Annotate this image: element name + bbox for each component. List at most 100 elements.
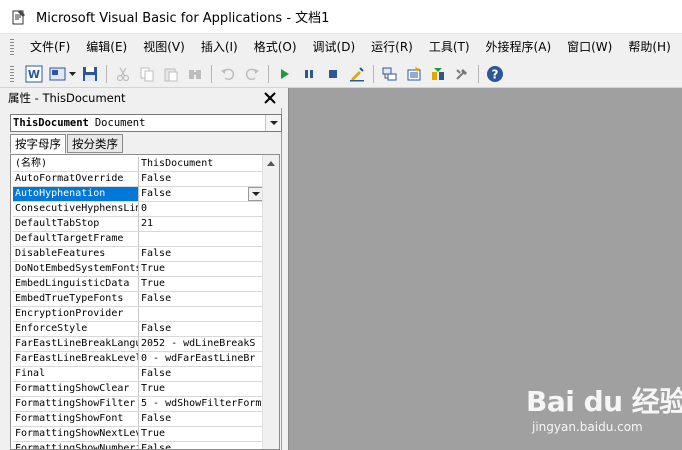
- table-row[interactable]: EmbedLinguisticData True: [13, 277, 263, 292]
- window-title: Microsoft Visual Basic for Applications …: [36, 11, 330, 26]
- menu-debug[interactable]: 调试(D): [305, 36, 364, 58]
- word-icon[interactable]: W: [24, 64, 44, 84]
- property-value[interactable]: False: [139, 322, 263, 336]
- vba-app-icon[interactable]: [10, 8, 28, 26]
- property-value[interactable]: True: [139, 262, 263, 276]
- property-value[interactable]: 0: [139, 202, 263, 216]
- property-value[interactable]: ThisDocument: [139, 157, 263, 171]
- save-icon[interactable]: [80, 64, 100, 84]
- menu-run[interactable]: 运行(R): [363, 36, 421, 58]
- cut-icon[interactable]: [113, 64, 133, 84]
- property-name: (名称): [13, 157, 139, 171]
- property-value[interactable]: False: [139, 412, 263, 426]
- object-select[interactable]: ThisDocument Document: [10, 114, 282, 132]
- property-name: EnforceStyle: [13, 322, 139, 336]
- menu-edit[interactable]: 编辑(E): [78, 36, 135, 58]
- table-row-selected[interactable]: AutoHyphenation False: [13, 187, 263, 202]
- toolbox-icon[interactable]: [452, 64, 472, 84]
- property-value[interactable]: True: [139, 427, 263, 441]
- table-row[interactable]: Final False: [13, 367, 263, 382]
- menu-tools[interactable]: 工具(T): [421, 36, 478, 58]
- menu-addins[interactable]: 外接程序(A): [478, 36, 560, 58]
- property-value[interactable]: True: [139, 277, 263, 291]
- table-row[interactable]: (名称) ThisDocument: [13, 157, 263, 172]
- menu-view[interactable]: 视图(V): [135, 36, 193, 58]
- menu-format[interactable]: 格式(O): [246, 36, 305, 58]
- menu-insert[interactable]: 插入(I): [193, 36, 246, 58]
- table-row[interactable]: FormattingShowFilter 5 - wdShowFilterForm: [13, 397, 263, 412]
- tab-alphabetic[interactable]: 按字母序: [10, 134, 66, 154]
- table-row[interactable]: DefaultTabStop 21: [13, 217, 263, 232]
- paste-icon[interactable]: [161, 64, 181, 84]
- chevron-down-icon[interactable]: [265, 115, 281, 131]
- table-row[interactable]: FarEastLineBreakLevel 0 - wdFarEastLineBr: [13, 352, 263, 367]
- property-value[interactable]: [139, 307, 263, 321]
- property-value[interactable]: True: [139, 382, 263, 396]
- menu-window[interactable]: 窗口(W): [559, 36, 620, 58]
- property-value[interactable]: False: [139, 442, 263, 449]
- property-value[interactable]: 2052 - wdLineBreakS: [139, 337, 263, 351]
- find-icon[interactable]: [185, 64, 205, 84]
- code-window-area[interactable]: [288, 88, 682, 450]
- table-row[interactable]: DisableFeatures False: [13, 247, 263, 262]
- chevron-down-icon[interactable]: [68, 64, 76, 84]
- property-value[interactable]: False: [139, 292, 263, 306]
- toolbar-separator: [211, 65, 212, 83]
- reset-icon[interactable]: [323, 64, 343, 84]
- menu-grip[interactable]: [10, 39, 14, 55]
- table-row[interactable]: FormattingShowFont False: [13, 412, 263, 427]
- property-value-cell[interactable]: False: [139, 187, 263, 201]
- table-row[interactable]: DoNotEmbedSystemFonts True: [13, 262, 263, 277]
- redo-icon[interactable]: [242, 64, 262, 84]
- toolbar-separator: [268, 65, 269, 83]
- table-row[interactable]: EnforceStyle False: [13, 322, 263, 337]
- property-name: EmbedTrueTypeFonts: [13, 292, 139, 306]
- properties-tabs: 按字母序 按分类序: [10, 134, 124, 154]
- project-explorer-icon[interactable]: [380, 64, 400, 84]
- title-bar: Microsoft Visual Basic for Applications …: [0, 0, 682, 34]
- design-mode-icon[interactable]: [347, 64, 367, 84]
- vertical-scrollbar[interactable]: [262, 155, 279, 449]
- property-value[interactable]: 0 - wdFarEastLineBr: [139, 352, 263, 366]
- table-row[interactable]: EmbedTrueTypeFonts False: [13, 292, 263, 307]
- property-name: ConsecutiveHyphensLim: [15, 202, 139, 216]
- toolbar-grip[interactable]: [10, 66, 14, 82]
- break-icon[interactable]: [299, 64, 319, 84]
- property-name: FarEastLineBreakLevel: [15, 352, 139, 366]
- table-row[interactable]: DefaultTargetFrame: [13, 232, 263, 247]
- table-row[interactable]: AutoFormatOverride False: [13, 172, 263, 187]
- property-name: AutoFormatOverride: [13, 172, 139, 186]
- table-row[interactable]: EncryptionProvider: [13, 307, 263, 322]
- toolbar-separator: [478, 65, 479, 83]
- properties-window: 属性 - ThisDocument ThisDocument Document …: [6, 88, 282, 450]
- properties-window-icon[interactable]: [404, 64, 424, 84]
- chevron-down-icon[interactable]: [248, 187, 263, 201]
- object-browser-icon[interactable]: [428, 64, 448, 84]
- table-row[interactable]: FormattingShowNextLev True: [13, 427, 263, 442]
- table-row[interactable]: FarEastLineBreakLangu 2052 - wdLineBreakS: [13, 337, 263, 352]
- property-grid: (名称) ThisDocument AutoFormatOverride False…: [10, 154, 280, 450]
- property-value[interactable]: False: [139, 247, 263, 261]
- property-value[interactable]: 21: [139, 217, 263, 231]
- property-value[interactable]: False: [139, 367, 263, 381]
- chevron-up-icon[interactable]: [263, 155, 279, 171]
- copy-icon[interactable]: [137, 64, 157, 84]
- property-value[interactable]: 5 - wdShowFilterForm: [139, 397, 263, 411]
- table-row[interactable]: FormattingShowNumberi False: [13, 442, 263, 449]
- property-name: FarEastLineBreakLangu: [15, 337, 139, 351]
- property-value[interactable]: [139, 232, 263, 246]
- table-row[interactable]: ConsecutiveHyphensLim 0: [13, 202, 263, 217]
- run-icon[interactable]: [275, 64, 295, 84]
- insert-module-icon[interactable]: [48, 64, 68, 84]
- help-icon[interactable]: ?: [485, 64, 505, 84]
- menu-help[interactable]: 帮助(H): [620, 36, 678, 58]
- undo-icon[interactable]: [218, 64, 238, 84]
- standard-toolbar: W ?: [0, 61, 682, 88]
- property-name: FormattingShowFont: [13, 412, 139, 426]
- tab-categorized[interactable]: 按分类序: [67, 134, 123, 153]
- close-icon[interactable]: [262, 90, 278, 106]
- property-value[interactable]: False: [139, 172, 263, 186]
- table-row[interactable]: FormattingShowClear True: [13, 382, 263, 397]
- menu-file[interactable]: 文件(F): [22, 36, 78, 58]
- property-name: Final: [13, 367, 139, 381]
